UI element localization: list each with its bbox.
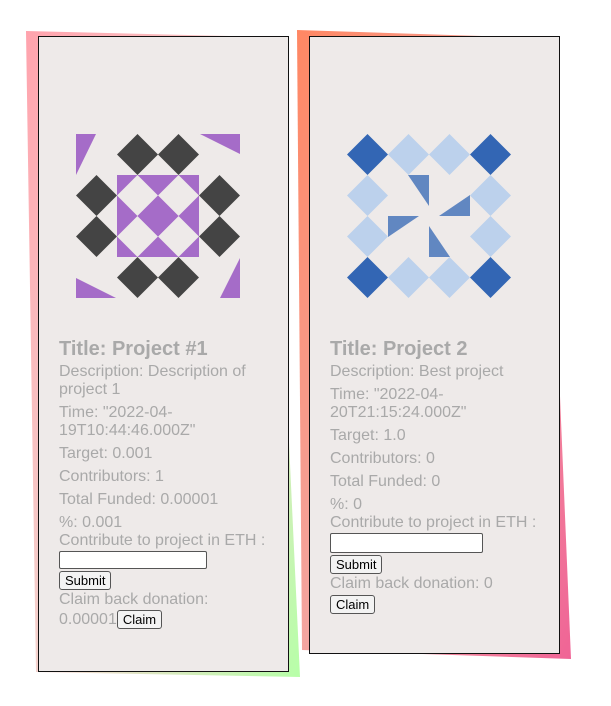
claim-back-row: 0.00001 Claim [59,610,279,629]
claim-back-label: Claim back donation: 0 [330,575,493,592]
contribute-label: Contribute to project in ETH : [330,514,537,531]
project-description: Description: Best project [330,363,504,380]
project-contributors: Contributors: 0 [330,450,435,467]
claim-back-value: 0.00001 [59,610,117,628]
project-contributors: Contributors: 1 [59,468,164,485]
project-card-2: Title: Project 2 Description: Best proje… [309,36,560,654]
project-total-funded: Total Funded: 0.00001 [59,491,219,508]
submit-button[interactable]: Submit [330,555,383,574]
project-time: Time: "2022-04-19T10:44:46.000Z" [59,404,196,439]
contribute-amount-input[interactable] [330,533,483,553]
project-title: Title: Project 2 [330,338,468,360]
contribute-label: Contribute to project in ETH : [59,532,266,549]
project-percent: %: 0.001 [59,514,123,531]
project-time: Time: "2022-04-20T21:15:24.000Z" [330,386,467,421]
project-percent: %: 0 [330,496,363,513]
project-description: Description: Description of project 1 [59,363,246,398]
contribute-amount-input[interactable] [59,551,207,569]
claim-button[interactable]: Claim [330,595,376,614]
project-info: Title: Project #1 Description: Descripti… [59,337,279,629]
claim-back-label: Claim back donation: [59,591,209,608]
project-total-funded: Total Funded: 0 [330,473,441,490]
project-title: Title: Project #1 [59,338,208,360]
project-card-1: Title: Project #1 Description: Descripti… [38,36,289,672]
project-identicon [76,134,240,298]
project-target: Target: 0.001 [59,445,153,462]
project-identicon [347,134,511,298]
project-info: Title: Project 2 Description: Best proje… [330,337,550,615]
project-target: Target: 1.0 [330,427,406,444]
submit-button[interactable]: Submit [59,571,112,590]
claim-button[interactable]: Claim [116,610,163,629]
